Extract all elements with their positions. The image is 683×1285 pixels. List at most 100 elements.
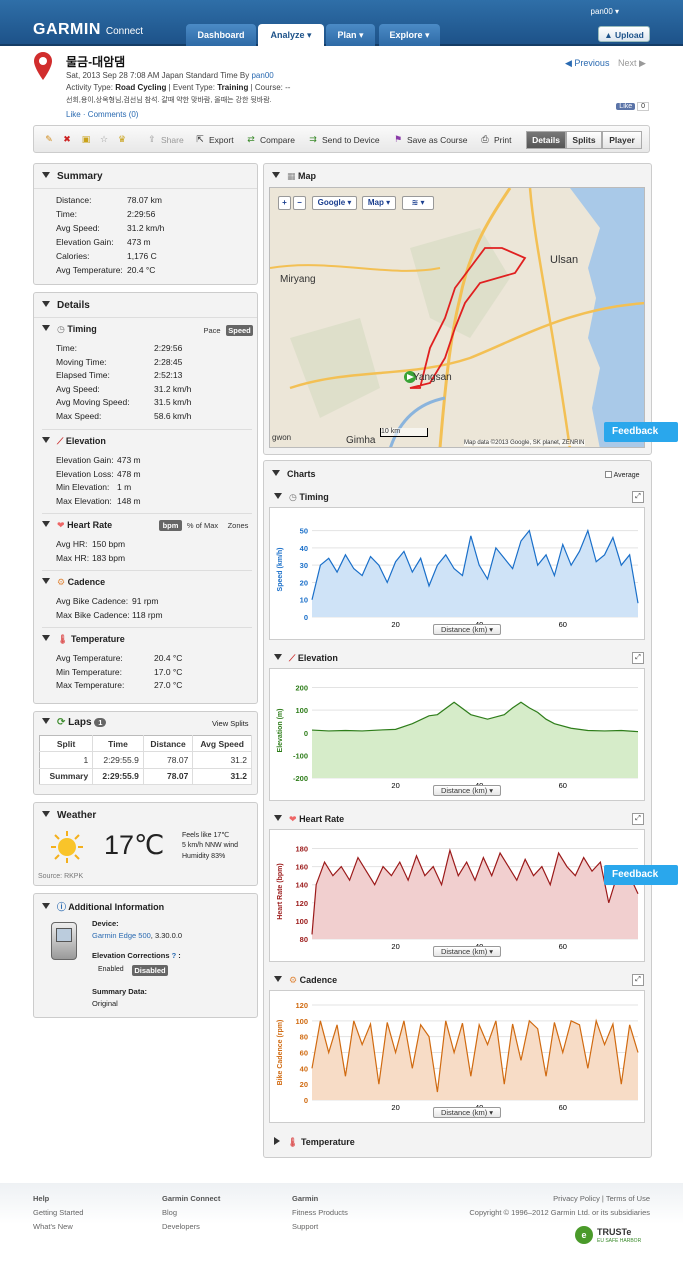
zones-toggle[interactable]: Zones [226,520,250,531]
chart-svg[interactable]: 01020304050204060Speed (km/h) [270,508,646,639]
nav-analyze[interactable]: Analyze ▾ [258,24,324,46]
details-header[interactable]: Details [42,300,90,311]
view-details-tab[interactable]: Details [526,131,566,149]
additional-info-header[interactable]: ⓘ Additional Information [42,900,164,913]
activity-date: Sat, 2013 Sep 28 7:08 AM Japan Standard … [66,71,274,80]
view-player-tab[interactable]: Player [602,131,642,149]
view-splits-tab[interactable]: Splits [566,131,602,149]
heart-icon: ❤ [289,814,297,824]
like-comments[interactable]: Like · Comments (0) [66,110,138,119]
compare-button[interactable]: Compare [260,135,295,145]
pace-toggle[interactable]: Pace [201,325,223,336]
laps-header[interactable]: ⟳ Laps 1 [42,717,107,728]
map-header[interactable]: ▦ Map [272,171,316,182]
footer-privacy-link[interactable]: Privacy Policy | Terms of Use [553,1194,650,1203]
x-axis-select[interactable]: Distance (km) ▾ [433,946,501,957]
table-row[interactable]: Summary 2:29:55.9 78.07 31.2 [39,768,252,786]
elevation-header[interactable]: ⟋ Elevation [42,436,106,447]
additional-info-panel: ⓘ Additional Information Device: Garmin … [33,893,258,1018]
elevation-disabled-option[interactable]: Disabled [132,965,168,976]
pct-max-toggle[interactable]: % of Max [185,520,220,531]
save-as-course-button[interactable]: Save as Course [407,135,467,145]
facebook-like[interactable]: Like 0 [616,102,649,114]
nav-explore[interactable]: Explore ▾ [379,24,440,46]
map-provider-select[interactable]: Google ▾ [312,196,357,210]
summary-header[interactable]: Summary [42,171,103,182]
zoom-out-button[interactable]: − [293,196,306,210]
map-canvas[interactable]: + − Google ▾ Map ▾ ≋ ▾ Ulsan Miryang Yan… [269,187,645,448]
pencil-icon[interactable]: ✎ [44,134,54,144]
chart-svg[interactable]: -200-1000100200204060Elevation (m) [270,669,646,800]
bpm-toggle[interactable]: bpm [159,520,182,531]
user-menu[interactable]: pan00 ▾ [591,7,619,16]
zoom-in-button[interactable]: + [278,196,291,210]
send-to-device-button[interactable]: Send to Device [322,135,380,145]
y-tick-label: 20 [300,578,308,587]
expand-chart-icon[interactable]: ⤢ [632,491,644,503]
course-icon: ⚑ [393,134,403,144]
temperature-chart-header[interactable]: 🌡 Temperature [274,1137,355,1148]
x-axis-select[interactable]: Distance (km) ▾ [433,624,501,635]
footer-link[interactable]: Support [292,1222,318,1231]
chart-header-timing[interactable]: ◷ Timing [274,492,329,503]
chart-svg[interactable]: 80100120140160180204060Heart Rate (bpm) [270,830,646,961]
collapse-icon [42,521,50,527]
expand-chart-icon[interactable]: ⤢ [632,974,644,986]
map-type-select[interactable]: Map ▾ [362,196,396,210]
view-splits-link[interactable]: View Splits [212,719,249,728]
device-link[interactable]: Garmin Edge 500 [92,931,151,940]
info-icon: ⓘ [57,902,67,912]
map-layers-select[interactable]: ≋ ▾ [402,196,434,210]
help-icon[interactable]: ? [172,951,177,960]
garmin-logo[interactable]: GARMIN Connect [33,21,143,39]
feedback-button[interactable]: Feedback [604,422,678,442]
x-axis-select[interactable]: Distance (km) ▾ [433,785,501,796]
previous-link[interactable]: ◀ Previous [565,58,609,69]
speed-toggle[interactable]: Speed [226,325,253,336]
footer-link[interactable]: Fitness Products [292,1208,348,1217]
elevation-enabled-option[interactable]: Enabled [98,966,124,973]
nav-plan[interactable]: Plan ▾ [326,24,375,46]
cadence-header[interactable]: ⚙ Cadence [42,577,105,588]
chart-svg[interactable]: 020406080100120204060Bike Cadence (rpm) [270,991,646,1122]
stat-label: Min Elevation: [56,482,110,492]
share-button[interactable]: Share [161,135,184,145]
table-row[interactable]: 1 2:29:55.9 78.07 31.2 [39,751,252,769]
chart-header-cadence[interactable]: ⚙ Cadence [274,975,337,986]
footer-link[interactable]: What's New [33,1222,73,1231]
charts-header[interactable]: Charts [272,469,316,479]
expand-arrow-icon [274,1137,280,1145]
x-axis-select[interactable]: Distance (km) ▾ [433,1107,501,1118]
elevation-icon: ⟋ [57,436,64,446]
chart-title: Cadence [299,975,338,985]
expand-chart-icon[interactable]: ⤢ [632,813,644,825]
chart-header-heart-rate[interactable]: ❤ Heart Rate [274,814,344,825]
x-tick-label: 60 [559,1103,567,1112]
timing-header[interactable]: ◷ Timing [42,324,97,335]
delete-icon[interactable]: ✖ [62,134,72,144]
weather-header[interactable]: Weather [42,810,96,821]
star-icon[interactable]: ☆ [99,134,109,144]
print-button[interactable]: Print [494,135,511,145]
y-tick-label: 100 [295,706,308,715]
activity-title[interactable]: 물금-대암댐 [66,53,125,70]
nav-dashboard[interactable]: Dashboard [186,24,256,46]
upload-button[interactable]: ▲ Upload [598,26,650,42]
next-link[interactable]: Next ▶ [618,58,646,69]
stat-label: Avg Speed: [56,383,100,394]
expand-chart-icon[interactable]: ⤢ [632,652,644,664]
average-checkbox[interactable]: Average [605,471,640,479]
charts-panel: Charts Average ◷ Timing ⤢ 0 10 20 30 40 50 20 40 6… [263,460,652,1158]
export-button[interactable]: Export [209,135,234,145]
temperature-header[interactable]: 🌡 Temperature [42,634,125,645]
feedback-button[interactable]: Feedback [604,865,678,885]
footer-link[interactable]: Blog [162,1208,177,1217]
footer-link[interactable]: Developers [162,1222,200,1231]
chart-header-elevation[interactable]: ⟋ Elevation [274,653,338,664]
badge-icon[interactable]: ♛ [117,134,127,144]
footer-link[interactable]: Getting Started [33,1208,83,1217]
heart-rate-header[interactable]: ❤ Heart Rate [42,520,112,531]
lock-icon[interactable]: ▣ [81,134,91,144]
activity-owner-link[interactable]: pan00 [251,71,273,80]
y-tick-label: -100 [293,751,308,760]
